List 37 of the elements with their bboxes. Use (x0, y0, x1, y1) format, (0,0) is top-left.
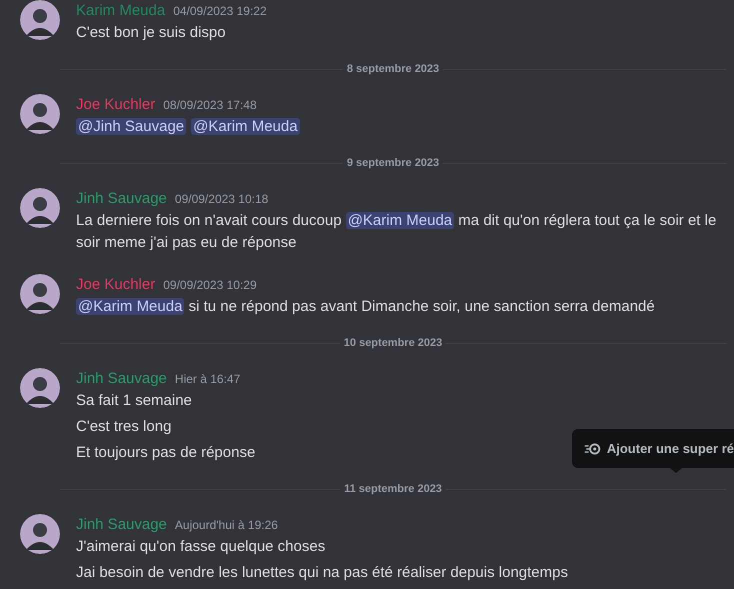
message-text: C'est tres long (76, 417, 172, 437)
user-mention[interactable]: @Karim Meuda (346, 212, 454, 229)
timestamp: 09/09/2023 10:29 (163, 277, 257, 294)
message-text: Sa fait 1 semaine (76, 391, 193, 411)
timestamp: 08/09/2023 17:48 (163, 97, 257, 114)
timestamp: 09/09/2023 10:18 (174, 191, 268, 208)
user-mention[interactable]: @Jinh Sauvage (76, 118, 186, 135)
user-mention[interactable]: @Karim Meuda (76, 298, 184, 315)
timestamp: 04/09/2023 19:22 (173, 3, 267, 20)
avatar[interactable] (20, 274, 60, 314)
tooltip: Ajouter une super ré (572, 429, 734, 468)
avatar[interactable] (20, 188, 60, 228)
message-text: C'est bon je suis dispo (76, 23, 227, 43)
author-name[interactable]: Joe Kuchler (76, 274, 156, 296)
message-text: @Karim Meuda si tu ne répond pas avant Dimanche soir, une sanction serra demandé (76, 297, 655, 317)
author-name[interactable]: Jinh Sauvage (76, 368, 167, 390)
author-name[interactable]: Karim Meuda (76, 0, 166, 22)
avatar[interactable] (20, 514, 60, 554)
date-divider: 10 septembre 2023 (342, 336, 444, 351)
user-mention[interactable]: @Karim Meuda (191, 118, 300, 135)
author-name[interactable]: Jinh Sauvage (76, 188, 167, 210)
date-divider: 8 septembre 2023 (346, 62, 440, 77)
message-text: J'aimerai qu'on fasse quelque choses (76, 537, 326, 557)
avatar[interactable] (20, 94, 60, 134)
timestamp: Aujourd'hui à 19:26 (174, 517, 278, 534)
date-divider: 9 septembre 2023 (346, 156, 440, 171)
date-divider: 11 septembre 2023 (343, 482, 443, 497)
timestamp: Hier à 16:47 (174, 371, 240, 388)
author-name[interactable]: Joe Kuchler (76, 94, 156, 116)
message-text: La derniere fois on n'avait cours ducoup @Karim Meuda ma dit qu'on réglera tout ça le soir et le soir meme j'ai pas eu de réponse (76, 211, 718, 253)
speed-circle-icon (584, 440, 601, 456)
message-text: Jai besoin de vendre les lunettes qui na pas été réaliser depuis longtemps (76, 563, 568, 583)
tooltip-pointer (670, 468, 682, 473)
avatar[interactable] (20, 368, 60, 408)
message-text: Et toujours pas de réponse (76, 443, 256, 463)
avatar[interactable] (20, 0, 60, 40)
author-name[interactable]: Jinh Sauvage (76, 514, 167, 536)
